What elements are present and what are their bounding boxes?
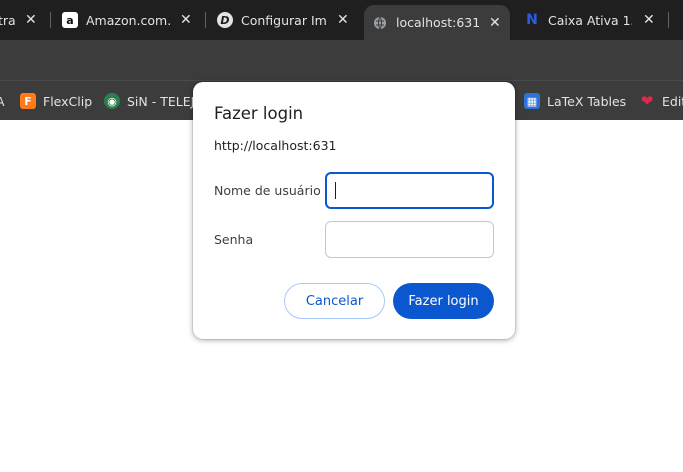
tab-localhost[interactable]: localhost:631/ ✕ xyxy=(364,5,510,40)
tab-separator xyxy=(205,12,206,28)
bookmark-label: Edit xyxy=(662,93,683,109)
tab-title: tra xyxy=(0,12,16,28)
amazon-icon: a xyxy=(62,12,78,28)
tab-title: Amazon.com.b xyxy=(86,12,172,28)
dialog-origin: http://localhost:631 xyxy=(214,138,337,153)
tab-caixa[interactable]: N Caixa Ativa 15 ✕ xyxy=(518,4,663,36)
login-button[interactable]: Fazer login xyxy=(393,283,494,319)
bookmark-label: SiN - TELEJU xyxy=(127,93,204,109)
dialog-title: Fazer login xyxy=(214,104,304,123)
close-icon[interactable]: ✕ xyxy=(489,15,501,31)
bookmark-label: A xyxy=(0,93,5,109)
close-icon[interactable]: ✕ xyxy=(25,12,37,28)
username-input[interactable] xyxy=(325,172,494,209)
globe-icon xyxy=(372,15,388,31)
bookmark-partial[interactable]: A xyxy=(0,92,5,110)
sin-icon: ◉ xyxy=(104,93,120,109)
bookmark-sin[interactable]: ◉ SiN - TELEJU xyxy=(104,92,203,110)
close-icon[interactable]: ✕ xyxy=(643,12,655,28)
text-caret xyxy=(335,182,336,199)
toolbar xyxy=(0,40,683,80)
login-dialog: Fazer login http://localhost:631 Nome de… xyxy=(193,82,515,339)
password-input[interactable] xyxy=(325,221,494,258)
tab-separator xyxy=(668,12,669,28)
cancel-button[interactable]: Cancelar xyxy=(284,283,385,319)
bookmark-label: LaTeX Tables xyxy=(547,93,627,109)
bookmark-edit[interactable]: ❤ Edit xyxy=(639,92,683,110)
bookmark-latex-tables[interactable]: ▦ LaTeX Tables xyxy=(524,92,626,110)
tab-title: Caixa Ativa 15 xyxy=(548,12,632,28)
bookmark-flexclip[interactable]: F FlexClip xyxy=(20,92,92,110)
close-icon[interactable]: ✕ xyxy=(180,12,192,28)
d-logo-icon: D xyxy=(217,12,233,28)
flexclip-icon: F xyxy=(20,93,36,109)
username-label: Nome de usuário xyxy=(214,183,321,198)
close-icon[interactable]: ✕ xyxy=(337,12,349,28)
tab-separator xyxy=(50,12,51,28)
tab-amazon[interactable]: a Amazon.com.b ✕ xyxy=(58,4,198,36)
n-logo-icon: N xyxy=(526,12,538,28)
password-label: Senha xyxy=(214,232,254,247)
bookmark-label: FlexClip xyxy=(43,93,93,109)
tab-strip: tra ✕ a Amazon.com.b ✕ D Configurar Imp … xyxy=(0,0,683,40)
tab-title: Configurar Imp xyxy=(241,12,327,28)
tab-configurar[interactable]: D Configurar Imp ✕ xyxy=(213,4,358,36)
latex-tables-icon: ▦ xyxy=(524,93,540,109)
tab-partial[interactable]: tra ✕ xyxy=(0,4,40,36)
heart-icon: ❤ xyxy=(640,92,654,110)
tab-title: localhost:631/ xyxy=(396,15,480,30)
